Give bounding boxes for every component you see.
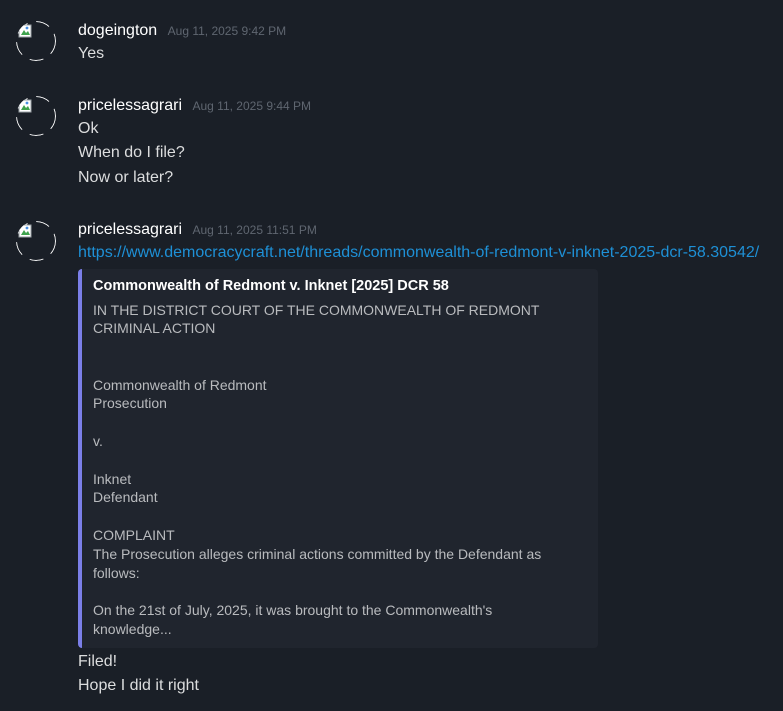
username[interactable]: dogeington xyxy=(78,22,157,39)
message-text: Yes xyxy=(78,45,105,62)
embed-title[interactable]: Commonwealth of Redmont v. Inknet [2025]… xyxy=(93,278,449,294)
message-text: Ok xyxy=(78,120,99,137)
avatar[interactable] xyxy=(16,21,56,61)
embed-text: v. xyxy=(93,433,103,449)
avatar[interactable] xyxy=(16,96,56,136)
embed-text: COMPLAINT xyxy=(93,527,175,543)
message-text: Hope I did it right xyxy=(78,677,199,694)
message-header: dogeington Aug 11, 2025 9:42 PM xyxy=(78,22,286,40)
message-header: pricelessagrari Aug 11, 2025 9:44 PM xyxy=(78,97,311,115)
timestamp: Aug 11, 2025 9:44 PM xyxy=(192,99,312,113)
timestamp: Aug 11, 2025 9:42 PM xyxy=(167,24,287,38)
embed-text: CRIMINAL ACTION xyxy=(93,320,216,336)
embed-text: follows: xyxy=(93,565,140,581)
embed-text: On the 21st of July, 2025, it was brough… xyxy=(93,602,493,618)
embed-text: knowledge... xyxy=(93,621,172,637)
timestamp: Aug 11, 2025 11:51 PM xyxy=(192,223,317,237)
embed-text: Commonwealth of Redmont xyxy=(93,377,267,393)
avatar[interactable] xyxy=(16,221,56,261)
thread-link[interactable]: https://www.democracycraft.net/threads/c… xyxy=(78,244,759,261)
broken-image-avatar-icon xyxy=(16,221,56,261)
message-text: Now or later? xyxy=(78,169,174,186)
embed-text: Inknet xyxy=(93,471,132,487)
embed-text: The Prosecution alleges criminal actions… xyxy=(93,546,542,562)
chat-log: dogeington Aug 11, 2025 9:42 PM Yes pric… xyxy=(0,0,783,711)
broken-image-avatar-icon xyxy=(16,96,56,136)
message-link-line: https://www.democracycraft.net/threads/c… xyxy=(78,241,759,265)
broken-image-avatar-icon xyxy=(16,21,56,61)
embed-text: Defendant xyxy=(93,489,158,505)
embed-text: Prosecution xyxy=(93,395,167,411)
message-header: pricelessagrari Aug 11, 2025 11:51 PM xyxy=(78,221,317,239)
link-embed: Commonwealth of Redmont v. Inknet [2025]… xyxy=(78,269,598,648)
message-text: When do I file? xyxy=(78,144,185,161)
username[interactable]: pricelessagrari xyxy=(78,97,182,114)
username[interactable]: pricelessagrari xyxy=(78,221,182,238)
message-text: Filed! xyxy=(78,653,118,670)
embed-text: IN THE DISTRICT COURT OF THE COMMONWEALT… xyxy=(93,302,540,318)
